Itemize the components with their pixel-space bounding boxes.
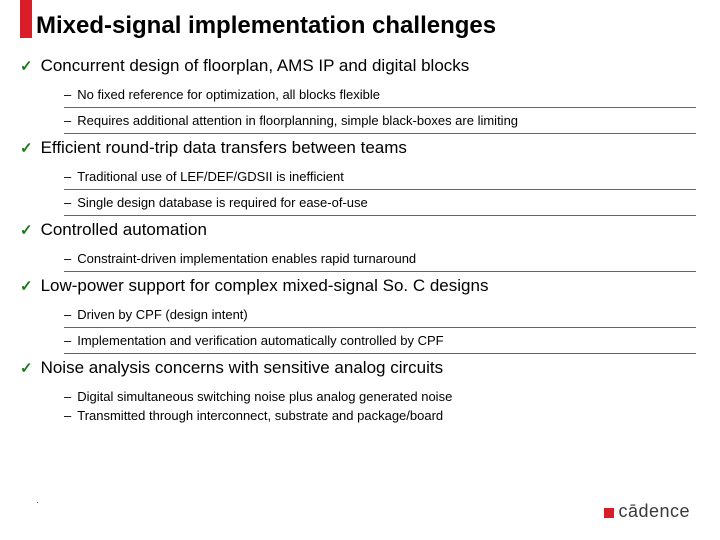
- sub-item: –Single design database is required for …: [64, 190, 696, 216]
- bullet-text: Low-power support for complex mixed-sign…: [41, 276, 489, 296]
- sub-text: Requires additional attention in floorpl…: [77, 113, 518, 128]
- sub-text: Traditional use of LEF/DEF/GDSII is inef…: [77, 169, 344, 184]
- accent-bar: [20, 0, 32, 38]
- check-icon: ✓: [20, 138, 33, 160]
- dash-icon: –: [64, 87, 71, 102]
- sub-item: –Digital simultaneous switching noise pl…: [64, 384, 696, 406]
- bullet-text: Controlled automation: [41, 220, 207, 240]
- sub-list: –No fixed reference for optimization, al…: [64, 82, 696, 134]
- bullet-item: ✓ Efficient round-trip data transfers be…: [20, 136, 696, 216]
- dash-icon: –: [64, 113, 71, 128]
- check-icon: ✓: [20, 56, 33, 78]
- sub-text: Digital simultaneous switching noise plu…: [77, 389, 452, 404]
- sub-item: –Driven by CPF (design intent): [64, 302, 696, 328]
- sub-text: Driven by CPF (design intent): [77, 307, 248, 322]
- sub-list: –Constraint-driven implementation enable…: [64, 246, 696, 272]
- dash-icon: –: [64, 251, 71, 266]
- footer-text: .: [36, 495, 39, 506]
- bullet-top: ✓ Concurrent design of floorplan, AMS IP…: [20, 54, 696, 78]
- check-icon: ✓: [20, 276, 33, 298]
- bullet-top: ✓ Low-power support for complex mixed-si…: [20, 274, 696, 298]
- dash-icon: –: [64, 195, 71, 210]
- content-area: ✓ Concurrent design of floorplan, AMS IP…: [20, 54, 696, 428]
- bullet-top: ✓ Efficient round-trip data transfers be…: [20, 136, 696, 160]
- bullet-item: ✓ Low-power support for complex mixed-si…: [20, 274, 696, 354]
- dash-icon: –: [64, 307, 71, 322]
- sub-list: –Traditional use of LEF/DEF/GDSII is ine…: [64, 164, 696, 216]
- cadence-logo: cādence: [604, 501, 690, 522]
- check-icon: ✓: [20, 358, 33, 380]
- sub-text: Single design database is required for e…: [77, 195, 368, 210]
- dash-icon: –: [64, 389, 71, 404]
- sub-text: No fixed reference for optimization, all…: [77, 87, 380, 102]
- bullet-text: Noise analysis concerns with sensitive a…: [41, 358, 444, 378]
- bullet-top: ✓ Noise analysis concerns with sensitive…: [20, 356, 696, 380]
- sub-item: –Constraint-driven implementation enable…: [64, 246, 696, 272]
- sub-item: –Transmitted through interconnect, subst…: [64, 406, 696, 428]
- sub-item: –Requires additional attention in floorp…: [64, 108, 696, 134]
- sub-text: Constraint-driven implementation enables…: [77, 251, 416, 266]
- sub-item: –Traditional use of LEF/DEF/GDSII is ine…: [64, 164, 696, 190]
- bullet-text: Concurrent design of floorplan, AMS IP a…: [41, 56, 470, 76]
- sub-text: Transmitted through interconnect, substr…: [77, 408, 443, 423]
- bullet-text: Efficient round-trip data transfers betw…: [41, 138, 407, 158]
- sub-item: –No fixed reference for optimization, al…: [64, 82, 696, 108]
- sub-list: –Digital simultaneous switching noise pl…: [64, 384, 696, 428]
- logo-square-icon: [604, 508, 614, 518]
- bullet-item: ✓ Controlled automation –Constraint-driv…: [20, 218, 696, 272]
- sub-item: –Implementation and verification automat…: [64, 328, 696, 354]
- sub-list: –Driven by CPF (design intent) –Implemen…: [64, 302, 696, 354]
- bullet-top: ✓ Controlled automation: [20, 218, 696, 242]
- logo-text: cādence: [618, 501, 690, 522]
- slide-title: Mixed-signal implementation challenges: [36, 12, 720, 40]
- check-icon: ✓: [20, 220, 33, 242]
- bullet-item: ✓ Noise analysis concerns with sensitive…: [20, 356, 696, 428]
- slide: Mixed-signal implementation challenges ✓…: [0, 0, 720, 540]
- dash-icon: –: [64, 169, 71, 184]
- bullet-item: ✓ Concurrent design of floorplan, AMS IP…: [20, 54, 696, 134]
- sub-text: Implementation and verification automati…: [77, 333, 443, 348]
- dash-icon: –: [64, 408, 71, 423]
- dash-icon: –: [64, 333, 71, 348]
